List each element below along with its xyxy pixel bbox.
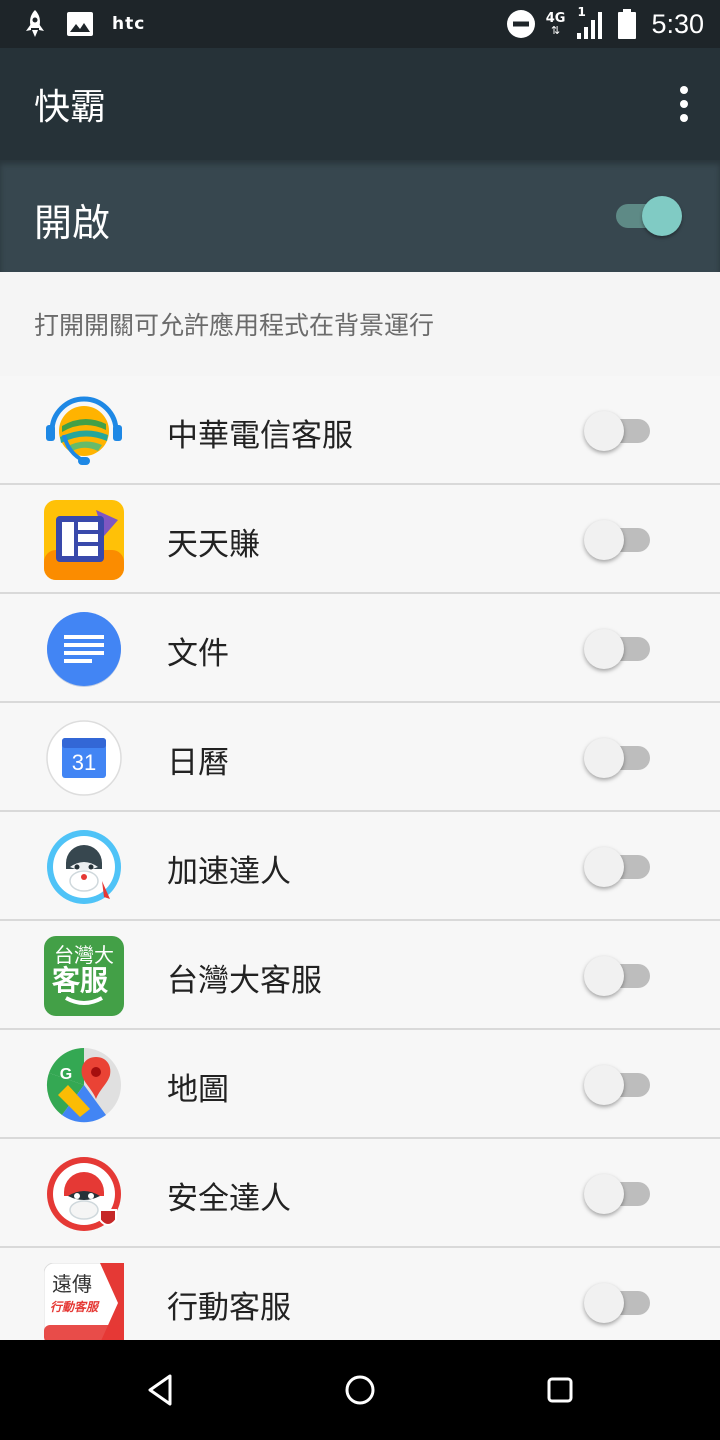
app-list: 中華電信客服 天天賺 文件 31 日曆 加速達人 台灣大 客服 台灣大客服 G … [0,376,720,1357]
app-row-cht-service[interactable]: 中華電信客服 [0,376,720,485]
signal-indicator: 1 [575,5,607,41]
master-switch-label: 開啟 [34,201,111,245]
app-row-security-master[interactable]: 安全達人 [0,1139,720,1248]
status-bar: htc 4G ⇅ 1 5:30 [0,0,720,48]
maps-g-glyph: G [60,1066,72,1083]
google-calendar-icon: 31 [46,720,122,796]
app-name: 地圖 [167,1072,229,1108]
calendar-day: 31 [72,750,96,775]
description-text: 打開開關可允許應用程式在背景運行 [34,311,435,340]
app-row-calendar[interactable]: 31 日曆 [0,703,720,812]
app-toggle-switch[interactable] [584,411,652,451]
app-toggle-switch[interactable] [584,1174,652,1214]
navigation-bar [0,1340,720,1440]
app-toggle-switch[interactable] [584,1283,652,1323]
app-toggle-switch[interactable] [584,956,652,996]
google-docs-icon [47,612,121,687]
cht-service-icon [46,396,122,465]
overflow-menu-icon[interactable] [676,84,692,124]
app-row-taiwan-mobile-service[interactable]: 台灣大 客服 台灣大客服 [0,921,720,1030]
app-row-maps[interactable]: G 地圖 [0,1030,720,1139]
recents-icon[interactable] [540,1370,580,1410]
app-name: 台灣大客服 [167,963,322,999]
tiantianzhuan-icon [44,500,124,580]
app-toggle-switch[interactable] [584,847,652,887]
carrier-label: htc [112,14,146,34]
gallery-image-icon [67,12,93,36]
app-row-speed-booster[interactable]: 加速達人 [0,812,720,921]
app-bar: 快霸 [0,48,720,160]
back-icon[interactable] [140,1370,180,1410]
app-name: 加速達人 [167,854,291,890]
battery-icon [618,9,637,39]
page-title: 快霸 [34,87,107,128]
app-name: 中華電信客服 [167,418,353,454]
badge-text-top: 遠傳 [52,1272,92,1296]
notification-rocket-icon [26,10,44,37]
app-name: 文件 [167,636,229,672]
security-master-icon [47,1157,121,1231]
badge-text-bottom: 客服 [52,964,109,997]
clock: 5:30 [651,8,704,39]
fetnet-service-icon: 遠傳 行動客服 [44,1263,124,1343]
app-name: 安全達人 [167,1181,291,1217]
app-name: 日曆 [167,745,229,781]
app-toggle-switch[interactable] [584,629,652,669]
app-name: 行動客服 [167,1290,291,1326]
network-type: 4G [545,10,566,26]
master-switch-bar[interactable]: 開啟 [0,160,720,272]
app-row-docs[interactable]: 文件 [0,594,720,703]
app-toggle-switch[interactable] [584,520,652,560]
app-name: 天天賺 [167,527,260,563]
network-indicator: 4G ⇅ [546,12,566,37]
app-row-tiantianzhuan[interactable]: 天天賺 [0,485,720,594]
badge-text-bottom: 行動客服 [50,1300,100,1314]
app-toggle-switch[interactable] [584,738,652,778]
google-maps-icon: G [46,1048,121,1123]
do-not-disturb-icon [506,10,535,38]
data-arrows-icon: ⇅ [550,23,561,37]
home-icon[interactable] [340,1370,380,1410]
signal-icon [577,12,603,39]
app-toggle-switch[interactable] [584,1065,652,1105]
master-toggle-switch[interactable] [616,196,682,236]
speed-booster-icon [47,830,121,904]
taiwan-mobile-service-icon: 台灣大 客服 [44,936,124,1016]
